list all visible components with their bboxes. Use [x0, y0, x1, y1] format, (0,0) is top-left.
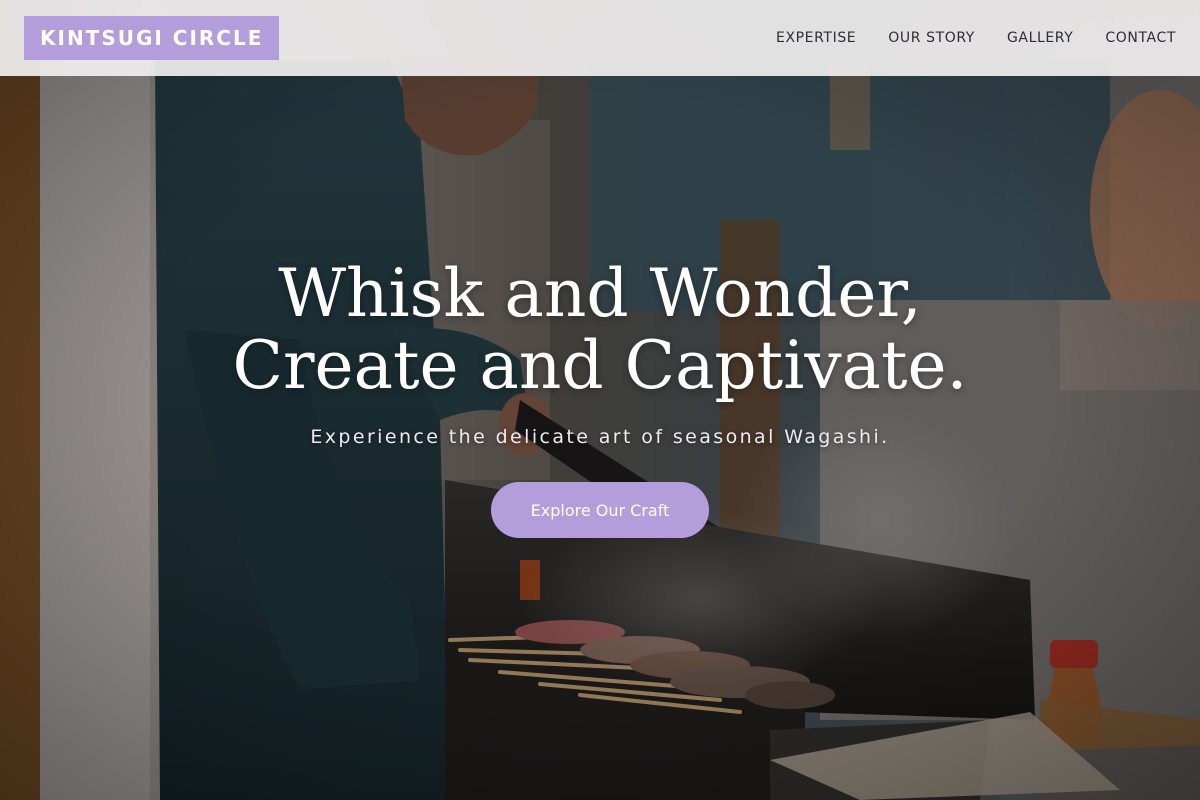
nav-link-expertise[interactable]: EXPERTISE [776, 30, 856, 46]
hero-headline-line-1: Whisk and Wonder, [278, 255, 922, 332]
nav-link-gallery[interactable]: GALLERY [1007, 30, 1073, 46]
hero-subheadline: Experience the delicate art of seasonal … [310, 426, 890, 448]
hero-headline-line-2: Create and Captivate. [232, 327, 968, 404]
nav-link-contact[interactable]: CONTACT [1105, 30, 1176, 46]
hero-section: Whisk and Wonder, Create and Captivate. … [0, 258, 1200, 538]
nav-link-our-story[interactable]: OUR STORY [888, 30, 975, 46]
main-nav: EXPERTISE OUR STORY GALLERY CONTACT [744, 30, 1176, 46]
hero-headline: Whisk and Wonder, Create and Captivate. [232, 258, 967, 402]
site-header: KINTSUGI CIRCLE EXPERTISE OUR STORY GALL… [0, 0, 1200, 76]
brand-logo[interactable]: KINTSUGI CIRCLE [24, 16, 280, 60]
explore-craft-button[interactable]: Explore Our Craft [491, 482, 709, 538]
